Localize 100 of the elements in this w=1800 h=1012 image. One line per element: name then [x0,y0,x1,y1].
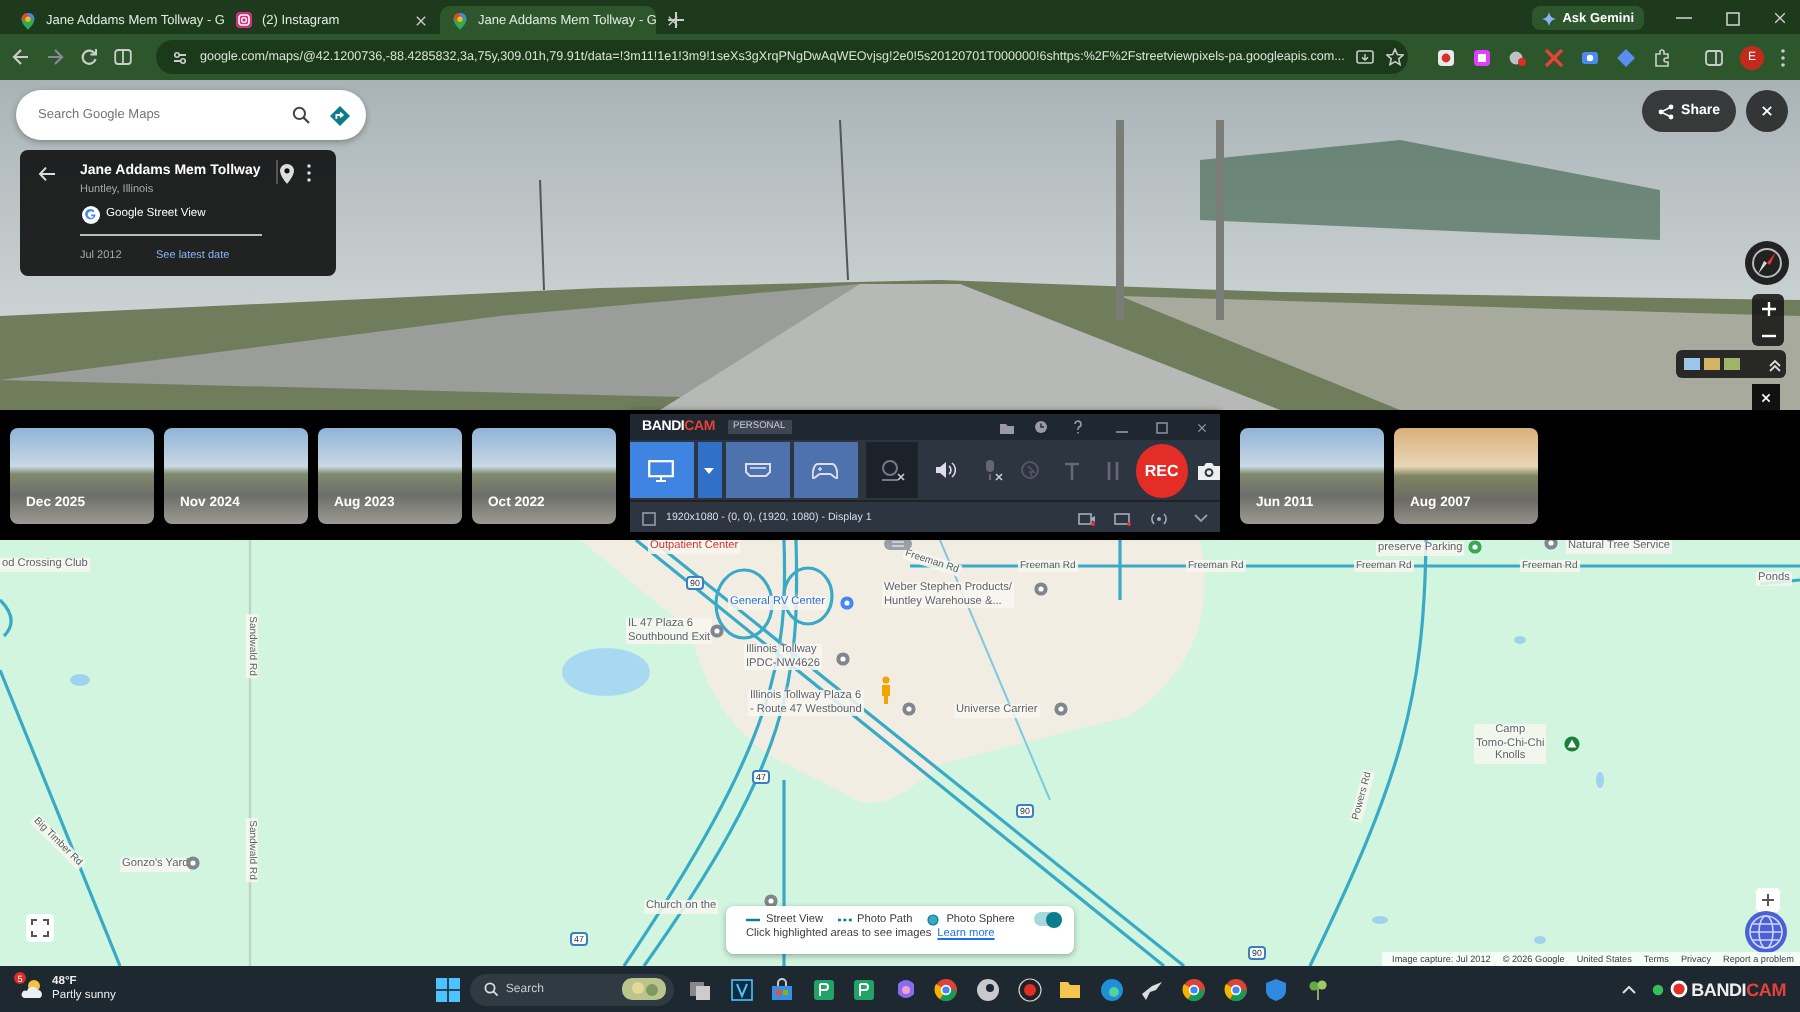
place-marker-icon[interactable] [764,894,778,908]
extension-icon[interactable] [1436,47,1456,67]
map-pin-icon [20,11,36,29]
instagram-icon [236,12,252,28]
bandicam-logo: BANDICAM [1691,979,1786,999]
search-icon[interactable] [292,106,310,124]
game-launcher-icon[interactable] [976,977,1001,1001]
close-icon[interactable] [1196,421,1208,433]
extension-icon[interactable] [1472,47,1492,67]
close-icon [1760,104,1774,118]
plant-icon[interactable] [1305,977,1330,1001]
camera-icon[interactable] [1198,461,1220,479]
install-app-icon[interactable] [1356,49,1375,65]
compass-icon[interactable] [1744,240,1790,286]
chevron-down-icon[interactable] [1194,514,1208,522]
image-switcher[interactable] [1676,350,1786,378]
weather-icon[interactable] [20,978,44,1000]
globe-icon[interactable] [1744,910,1788,954]
chevron-up-icon[interactable] [1621,985,1636,993]
browser-icon[interactable] [1223,977,1248,1001]
place-marker-icon[interactable] [1468,540,1482,554]
menu-dots-icon[interactable] [1780,47,1786,67]
store-bag-icon[interactable] [770,977,795,1001]
search-icon [483,982,498,996]
place-marker-icon[interactable] [186,856,200,870]
path-line-icon [837,913,852,925]
google-logo-icon [82,206,100,224]
app-icon[interactable] [852,977,877,1001]
search-highlight-icon [621,978,666,1000]
person-marker-icon[interactable] [880,676,892,704]
video-settings-icon[interactable] [1078,511,1096,525]
status-dot-icon [1651,983,1664,995]
map-pin-icon [452,11,468,29]
place-marker-icon[interactable] [1034,582,1048,596]
extension-icon[interactable] [1508,47,1528,67]
location-pin-icon[interactable] [280,164,294,184]
windows-start-icon[interactable] [435,977,460,1001]
photo-sphere-icon [926,913,941,925]
device-mode-button[interactable] [725,442,791,498]
extension-icon[interactable] [1580,47,1600,67]
zoom-in-icon[interactable] [1761,302,1775,317]
webcam-off-icon[interactable] [877,458,906,482]
puzzle-piece-icon[interactable] [1652,47,1672,67]
speaker-icon[interactable] [933,460,956,480]
forward-arrow-icon[interactable] [46,48,64,66]
toggle-switch[interactable] [1034,912,1062,926]
place-marker-icon[interactable] [710,624,724,638]
site-settings-icon[interactable] [172,49,188,65]
place-marker-icon[interactable] [840,596,854,610]
monitor-icon [648,459,675,481]
share-icon [1657,103,1674,119]
edge-browser-icon[interactable] [1099,977,1124,1001]
help-icon[interactable] [1072,420,1084,434]
back-arrow-icon[interactable] [12,48,30,66]
folder-icon[interactable] [1000,421,1014,433]
copilot-icon[interactable] [893,977,918,1001]
fps-icon[interactable] [1114,511,1132,525]
gamepad-icon [812,461,839,479]
zoom-out-icon[interactable] [1761,333,1775,338]
close-button[interactable] [1752,384,1780,410]
place-marker-icon[interactable] [836,652,850,666]
split-view-icon[interactable] [114,48,132,66]
hdmi-icon [743,462,772,478]
clock-icon[interactable] [1034,420,1048,434]
restore-icon[interactable] [1156,421,1168,433]
app-icon[interactable] [729,977,753,1001]
sparkle-icon [1542,11,1557,25]
chevron-up-icon [1768,357,1782,371]
directions-icon[interactable] [330,105,350,125]
browser-icon[interactable] [1182,977,1207,1001]
browser-icon[interactable] [934,977,959,1001]
campground-icon[interactable] [1564,736,1580,752]
close-icon [1760,391,1772,403]
shield-icon[interactable] [1264,977,1289,1001]
side-panel-icon[interactable] [1704,47,1724,67]
fullscreen-icon[interactable] [26,914,54,942]
app-icon[interactable] [811,977,836,1001]
caret-icon [704,467,715,473]
back-arrow-icon[interactable] [38,166,56,182]
record-icon[interactable] [1669,980,1688,998]
place-marker-icon[interactable] [1544,540,1558,550]
close-icon[interactable] [414,13,428,27]
checkbox-icon[interactable] [642,511,656,525]
broadcast-icon[interactable] [1150,511,1168,525]
place-marker-icon[interactable] [902,702,916,716]
task-view-icon[interactable] [687,977,712,1001]
folder-icon[interactable] [1058,977,1083,1001]
zoom-in-icon[interactable] [1756,888,1780,912]
place-marker-icon[interactable] [1054,702,1068,716]
record-app-icon[interactable] [1017,977,1042,1001]
more-dots-icon[interactable] [306,164,312,182]
maximize-icon[interactable] [1726,12,1740,26]
close-icon[interactable] [1772,10,1788,26]
bookmark-star-icon[interactable] [1386,48,1405,66]
record-button[interactable]: REC [1135,443,1188,497]
screen-mode-button[interactable] [630,442,694,498]
reload-icon[interactable] [80,48,98,66]
game-mode-button[interactable] [794,442,858,498]
drag-handle-icon[interactable] [884,540,912,550]
mode-dropdown-button[interactable] [697,442,722,498]
